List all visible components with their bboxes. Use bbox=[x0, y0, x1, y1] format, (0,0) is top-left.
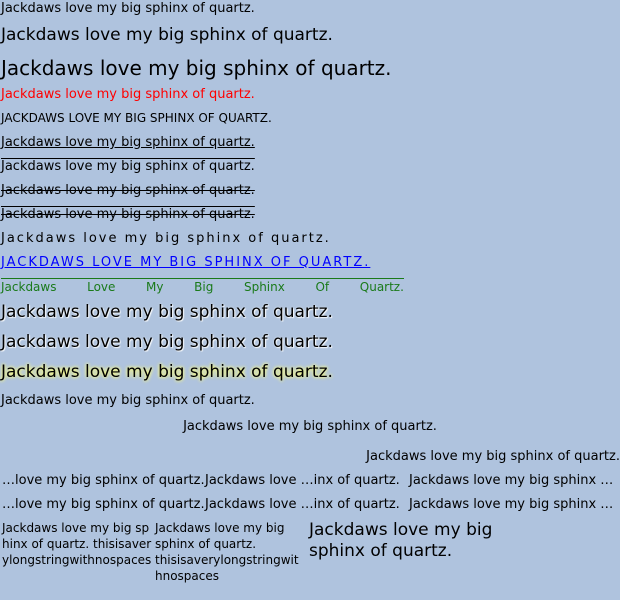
text-line-right-aligned: Jackdaws love my big sphinx of quartz. bbox=[366, 449, 620, 464]
wrap-box-break-word: Jackdaws love my big sphinx of quartz. t… bbox=[155, 521, 299, 583]
ellipsis-middle-text: Jackdaws love …inx of quartz. bbox=[205, 497, 400, 512]
green-word: Sphinx bbox=[243, 280, 285, 294]
text-line-centered: Jackdaws love my big sphinx of quartz. bbox=[183, 419, 437, 434]
text-line-strike-overline: Jackdaws love my big sphinx of quartz. bbox=[1, 207, 255, 222]
text-line-uppercase: JACKDAWS LOVE MY BIG SPHINX OF QUARTZ. bbox=[1, 111, 272, 125]
green-word: Jackdaws bbox=[1, 280, 57, 294]
ellipsis-end-text: Jackdaws love my big sphinx … bbox=[409, 497, 614, 512]
green-word: Big bbox=[194, 280, 214, 294]
ellipsis-end-text: Jackdaws love my big sphinx … bbox=[409, 473, 614, 488]
text-line-glow: Jackdaws love my big sphinx of quartz. bbox=[1, 362, 333, 382]
green-word: Of bbox=[315, 280, 330, 294]
ellipsis-middle-text: Jackdaws love …inx of quartz. bbox=[205, 473, 400, 488]
text-line-shadow-1: Jackdaws love my big sphinx of quartz. bbox=[1, 302, 333, 322]
wrap-box-break-all: Jackdaws love my big sphinx of quartz. t… bbox=[2, 521, 152, 567]
green-word: Quartz. bbox=[359, 280, 404, 294]
text-line-letter-spaced: Jackdaws love my big sphinx of quartz. bbox=[1, 231, 331, 246]
text-line-blue-caps-link[interactable]: JACKDAWS LOVE MY BIG SPHINX OF QUARTZ. bbox=[1, 256, 370, 269]
text-line-plain-small: Jackdaws love my big sphinx of quartz. bbox=[1, 1, 255, 16]
text-line-shadow-2: Jackdaws love my big sphinx of quartz. bbox=[1, 332, 333, 352]
text-line-green-justified: Jackdaws Love My Big Sphinx Of Quartz. bbox=[1, 278, 404, 293]
wrap-box-large-text: Jackdaws love my big sphinx of quartz. bbox=[309, 520, 493, 561]
green-word: My bbox=[146, 280, 164, 294]
text-line-large: Jackdaws love my big sphinx of quartz. bbox=[1, 56, 392, 80]
green-word: Love bbox=[87, 280, 116, 294]
text-line-overline: Jackdaws love my big sphinx of quartz. bbox=[1, 159, 255, 174]
text-line-medium: Jackdaws love my big sphinx of quartz. bbox=[1, 25, 333, 45]
text-line-red: Jackdaws love my big sphinx of quartz. bbox=[1, 87, 255, 102]
text-line-underline: Jackdaws love my big sphinx of quartz. bbox=[1, 135, 255, 150]
text-line-strikethrough: Jackdaws love my big sphinx of quartz. bbox=[1, 183, 255, 198]
ellipsis-start-text: …love my big sphinx of quartz. bbox=[2, 497, 205, 512]
text-line-plain: Jackdaws love my big sphinx of quartz. bbox=[1, 393, 255, 408]
ellipsis-start-text: …love my big sphinx of quartz. bbox=[2, 473, 205, 488]
